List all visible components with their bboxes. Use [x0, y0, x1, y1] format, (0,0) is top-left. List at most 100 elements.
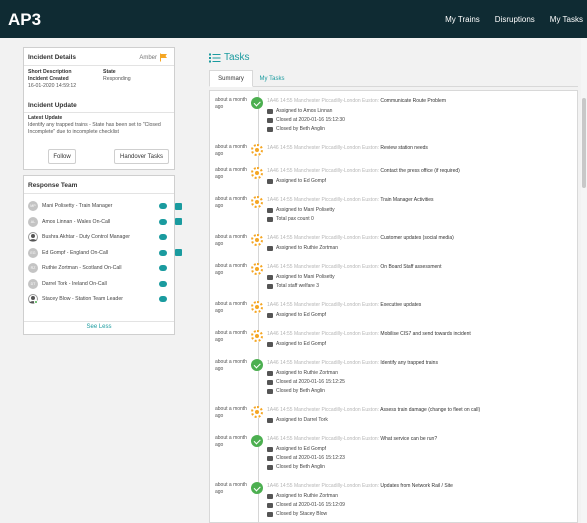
phone-icon[interactable]	[175, 218, 182, 225]
task-title[interactable]: What service can be run?	[380, 436, 437, 442]
ap3-logo[interactable]: AP3	[8, 9, 44, 29]
team-member-row[interactable]: Bushra Akhtar - Duty Control Manager	[28, 231, 172, 243]
task-time-ago: about a month ago	[215, 263, 247, 276]
task-title[interactable]: Assess train damage (change to fleet on …	[380, 407, 480, 413]
briefcase-icon	[267, 341, 273, 347]
team-member-row[interactable]: AL Amos Linnan - Wales On-Call	[28, 216, 182, 228]
task-title[interactable]: Contact the press office (if required)	[380, 168, 459, 174]
calendar-check-icon	[267, 379, 273, 385]
incident-update-title: Incident Update	[28, 102, 77, 109]
document-icon	[267, 283, 273, 289]
task-title[interactable]: Customer updates (social media)	[380, 235, 453, 241]
task-heading: 1A46 14:55 Manchester Piccadilly-London …	[267, 264, 441, 270]
follow-button[interactable]: Follow	[48, 149, 76, 164]
task-title[interactable]: Mobilise CIS7 and send towards incident	[380, 331, 470, 337]
see-less-link[interactable]: See Less	[24, 324, 174, 330]
team-member-row[interactable]: Stacey Blow - Station Team Leader	[28, 293, 172, 305]
completed-check-icon	[251, 482, 263, 494]
team-member-row[interactable]: DT Darrel Tork - Ireland On-Call	[28, 278, 172, 290]
task-heading: 1A46 14:55 Manchester Piccadilly-London …	[267, 145, 428, 151]
task-title[interactable]: Communicate Route Problem	[380, 98, 446, 104]
task-detail: Assigned to Mani Polisetty	[267, 207, 335, 213]
task-heading: 1A46 14:55 Manchester Piccadilly-London …	[267, 197, 434, 203]
chat-icon[interactable]	[159, 218, 167, 225]
divider	[24, 112, 174, 113]
avatar-initials: EG	[30, 250, 36, 255]
task-detail: Assigned to Mani Polisetty	[267, 274, 335, 280]
task-detail: Assigned to Darrel Tork	[267, 417, 328, 423]
team-member-row[interactable]: RZ Ruthie Zortman - Scotland On-Call	[28, 262, 172, 274]
incident-level-label: Amber	[139, 54, 157, 61]
briefcase-icon	[267, 312, 273, 318]
task-detail: Closed at 2020-01-16 15:12:23	[267, 455, 345, 461]
phone-icon[interactable]	[175, 249, 182, 256]
nav-link-my-trains[interactable]: My Trains	[445, 15, 480, 24]
task-detail-text: Closed by Stacey Blow	[276, 511, 328, 517]
users-icon	[267, 464, 273, 470]
chat-icon[interactable]	[159, 203, 167, 209]
chat-icon[interactable]	[159, 296, 167, 302]
task-detail-text: Closed at 2020-01-16 15:12:25	[276, 379, 345, 385]
team-member-row[interactable]: MP Mani Polisetty - Train Manager	[28, 200, 182, 212]
online-status-icon	[34, 300, 38, 304]
task-title[interactable]: On Board Staff assessment	[380, 264, 441, 270]
phone-icon[interactable]	[175, 202, 182, 210]
chat-icon[interactable]	[159, 234, 167, 240]
task-detail: Closed by Beth Anglin	[267, 464, 325, 470]
task-detail-text: Assigned to Ruthie Zortman	[276, 370, 338, 376]
chat-icon[interactable]	[159, 265, 167, 271]
task-detail: Assigned to Ruthie Zortman	[267, 493, 338, 499]
task-heading: 1A46 14:55 Manchester Piccadilly-London …	[267, 436, 437, 442]
tab-summary[interactable]: Summary	[209, 70, 253, 87]
team-member-row[interactable]: EG Ed Gompf - England On-Call	[28, 247, 182, 259]
latest-update-text: Identify any trapped trains - State has …	[28, 122, 161, 135]
task-detail-text: Assigned to Ruthie Zortman	[276, 493, 338, 499]
task-detail-text: Assigned to Ruthie Zortman	[276, 245, 338, 251]
task-detail: Total pax count 0	[267, 216, 314, 222]
task-detail: Closed at 2020-01-16 15:12:30	[267, 117, 345, 123]
response-team-title: Response Team	[28, 182, 78, 189]
task-train-meta: 1A46 14:55 Manchester Piccadilly-London …	[267, 436, 380, 442]
handover-tasks-button[interactable]: Handover Tasks	[114, 149, 169, 164]
pending-status-icon	[251, 263, 263, 275]
calendar-check-icon	[267, 455, 273, 461]
chat-icon[interactable]	[159, 249, 167, 256]
task-title[interactable]: Identify any trapped trains	[380, 360, 438, 366]
team-member-name: Bushra Akhtar - Duty Control Manager	[42, 234, 130, 240]
task-detail: Assigned to Ed Gompf	[267, 312, 326, 318]
task-time-ago: about a month ago	[215, 359, 247, 372]
task-title[interactable]: Executive updates	[380, 302, 421, 308]
tab-my-tasks[interactable]: My Tasks	[255, 70, 289, 87]
calendar-check-icon	[267, 502, 273, 508]
short-description-label: Short Description	[28, 69, 72, 75]
short-description-value: Incident Created	[28, 76, 69, 82]
pending-status-icon	[251, 167, 263, 179]
flag-icon	[160, 53, 167, 62]
task-detail-text: Closed at 2020-01-16 15:12:23	[276, 455, 345, 461]
state-value: Responding	[103, 76, 131, 82]
task-title[interactable]: Updates from Network Rail / Site	[380, 483, 453, 489]
briefcase-icon	[267, 245, 273, 251]
task-train-meta: 1A46 14:55 Manchester Piccadilly-London …	[267, 302, 380, 308]
task-title[interactable]: Review station needs	[380, 145, 428, 151]
nav-link-disruptions[interactable]: Disruptions	[495, 15, 535, 24]
divider	[24, 321, 174, 322]
task-time-ago: about a month ago	[215, 196, 247, 209]
chat-icon[interactable]	[159, 280, 167, 287]
task-time-ago: about a month ago	[215, 482, 247, 495]
scrollbar-thumb[interactable]	[582, 98, 586, 188]
avatar: AL	[28, 216, 38, 227]
nav-link-my-tasks[interactable]: My Tasks	[550, 15, 583, 24]
task-train-meta: 1A46 14:55 Manchester Piccadilly-London …	[267, 331, 380, 337]
incident-details-panel: Incident Details Amber Short Description…	[23, 47, 175, 170]
task-train-meta: 1A46 14:55 Manchester Piccadilly-London …	[267, 235, 380, 241]
completed-check-icon	[251, 359, 263, 371]
incident-level: Amber	[139, 53, 168, 62]
task-train-meta: 1A46 14:55 Manchester Piccadilly-London …	[267, 264, 380, 270]
completed-check-icon	[251, 97, 263, 109]
briefcase-icon	[267, 274, 273, 280]
page-scrollbar[interactable]	[581, 38, 587, 523]
task-train-meta: 1A46 14:55 Manchester Piccadilly-London …	[267, 145, 380, 151]
task-title[interactable]: Train Manager Activities	[380, 197, 433, 203]
users-icon	[267, 126, 273, 132]
